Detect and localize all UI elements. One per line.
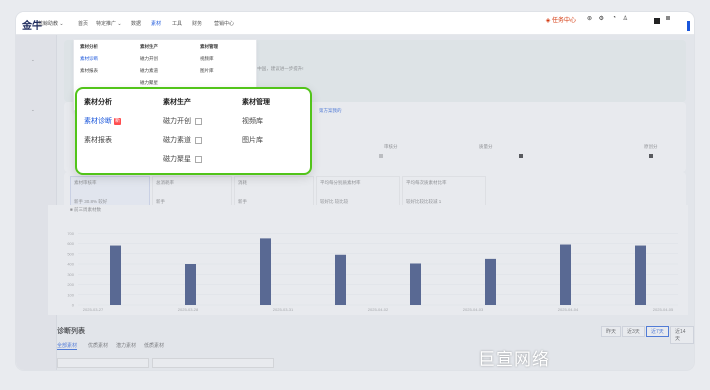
popup-header-analysis: 素材分析	[84, 99, 112, 106]
avatar-decoration	[666, 16, 670, 20]
mini-header-production: 素材生产	[140, 44, 158, 49]
popup-item-kaichuang[interactable]: 磁力开创	[163, 116, 202, 126]
popup-item-juxing[interactable]: 磁力聚星	[163, 154, 202, 164]
nav-tools[interactable]: 工具	[172, 20, 182, 27]
external-link-icon	[195, 136, 202, 144]
settings-icon[interactable]: ⚙	[599, 15, 604, 22]
top-nav: 金牛 蓝鲸助教 ⌄ 首页 特定推广 ⌄ 数据 素材 工具 财务 营销中心 ◈ 任…	[16, 12, 694, 35]
mini-item-juxing[interactable]: 磁力聚星	[140, 80, 158, 86]
mini-item-sudao[interactable]: 磁力素道	[140, 68, 158, 74]
mini-item-image-lib[interactable]: 图片库	[200, 68, 214, 74]
popup-item-diagnosis[interactable]: 素材诊断新	[84, 116, 121, 126]
nav-finance[interactable]: 财务	[192, 20, 202, 27]
popup-header-management: 素材管理	[242, 99, 270, 106]
juxing-label: 磁力聚星	[163, 156, 191, 163]
kaichuang-label: 磁力开创	[163, 118, 191, 125]
external-link-icon	[195, 155, 202, 163]
nav-data[interactable]: 数据	[131, 20, 141, 27]
mini-item-report[interactable]: 素材报表	[80, 68, 98, 74]
account-switcher[interactable]: 蓝鲸助教 ⌄	[38, 20, 64, 27]
bell-icon[interactable]: ⊛	[587, 15, 592, 22]
diagnosis-label: 素材诊断	[84, 118, 112, 125]
scroll-indicator	[687, 21, 690, 31]
popup-item-report[interactable]: 素材报表	[84, 135, 112, 145]
notification-icon[interactable]: ◔	[612, 15, 616, 21]
new-badge: 新	[114, 117, 121, 125]
task-center-link[interactable]: ◈ 任务中心	[546, 15, 576, 24]
user-icon[interactable]: ♙	[623, 15, 628, 22]
popup-item-image-lib[interactable]: 图片库	[242, 135, 263, 145]
nav-promotion[interactable]: 特定推广 ⌄	[96, 20, 122, 27]
avatar[interactable]	[654, 18, 660, 24]
mini-item-video-lib[interactable]: 视频库	[200, 56, 214, 62]
popup-item-video-lib[interactable]: 视频库	[242, 116, 263, 126]
sudao-label: 磁力素道	[163, 137, 191, 144]
task-center-label: 任务中心	[551, 18, 576, 24]
external-link-icon	[195, 117, 202, 125]
mini-item-diagnosis[interactable]: 素材诊断	[80, 56, 98, 62]
menu-callout: 素材分析 素材生产 素材管理 素材诊断新 素材报表 磁力开创 磁力素道 磁力聚星…	[75, 87, 312, 175]
popup-item-sudao[interactable]: 磁力素道	[163, 135, 202, 145]
mini-header-analysis: 素材分析	[80, 44, 98, 49]
popup-header-production: 素材生产	[163, 99, 191, 106]
brand-watermark: 巨宣网络	[478, 350, 550, 369]
app-window: 金牛 蓝鲸助教 ⌄ 首页 特定推广 ⌄ 数据 素材 工具 财务 营销中心 ◈ 任…	[16, 12, 694, 370]
mini-header-management: 素材管理	[200, 44, 218, 49]
nav-marketing[interactable]: 营销中心	[214, 20, 234, 27]
nav-material[interactable]: 素材	[151, 20, 161, 27]
mini-item-kaichuang[interactable]: 磁力开创	[140, 56, 158, 62]
nav-home[interactable]: 首页	[78, 20, 88, 27]
